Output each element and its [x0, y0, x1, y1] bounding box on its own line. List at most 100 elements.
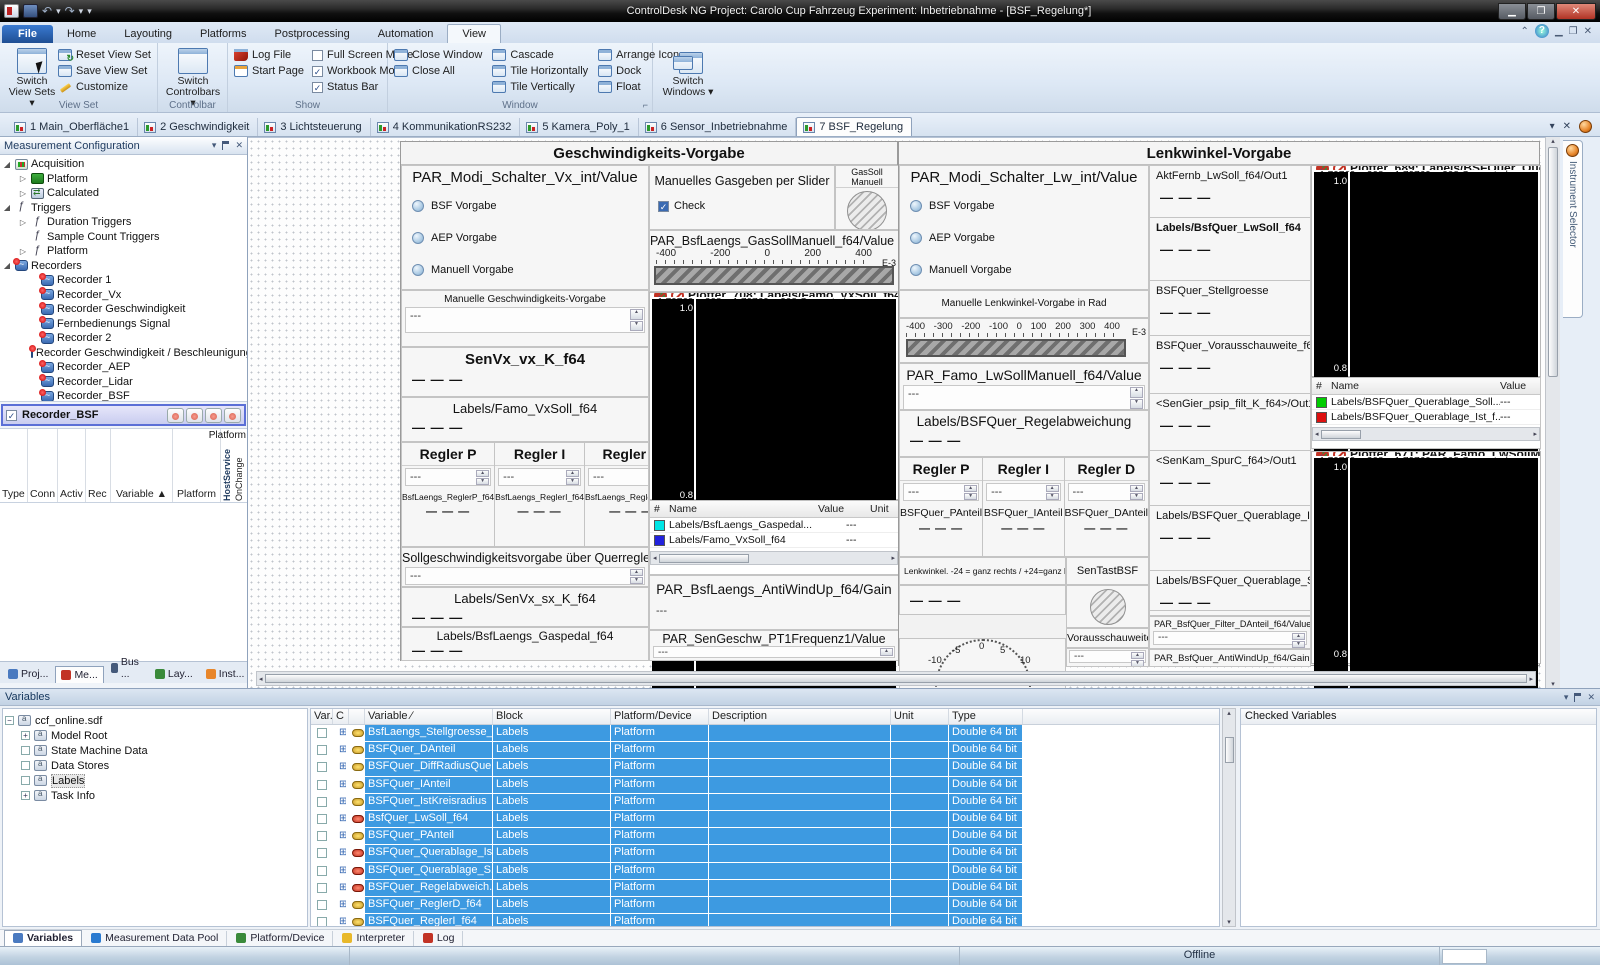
mode-radio[interactable]: BSF Vorgabe [412, 200, 648, 212]
tree-item[interactable]: + Task Info [3, 788, 307, 803]
tree-item[interactable]: Fernbedienungs Signal [0, 317, 247, 332]
tree-item[interactable]: Recorder 1 [0, 273, 247, 288]
tree-expander-icon[interactable]: − [5, 716, 14, 725]
spinner[interactable]: ▲▼ [630, 569, 643, 583]
ribbon-tab[interactable]: Automation [364, 25, 448, 43]
tree-expander-icon[interactable]: + [21, 731, 30, 740]
tree-item[interactable]: Recorder_BSF [0, 389, 247, 402]
window-menu-item[interactable]: Tile Vertically [492, 81, 588, 93]
row-checkbox[interactable] [317, 745, 327, 755]
sidebar-tab[interactable]: Inst... [200, 665, 251, 683]
gas-check[interactable]: Check [658, 200, 834, 212]
variable-row[interactable]: ⊞ BSFQuer_DiffRadiusQue... Labels Platfo… [311, 759, 1219, 776]
column-header-type[interactable]: Type [0, 429, 28, 502]
pin-icon[interactable] [222, 141, 229, 150]
tree-expander-icon[interactable]: ◢ [2, 203, 12, 212]
controlbar-tab[interactable]: Interpreter [334, 931, 413, 946]
sidebar-tab[interactable]: Lay... [149, 665, 199, 683]
show-menu-item[interactable]: Log File [234, 49, 304, 61]
plot-capture-icon[interactable] [654, 293, 667, 297]
controlbar-tab[interactable]: Platform/Device [228, 931, 333, 946]
row-checkbox[interactable] [317, 883, 327, 893]
variable-row[interactable]: ⊞ BSFQuer_Querablage_Is... Labels Platfo… [311, 845, 1219, 862]
tree-item[interactable]: Recorder Geschwindigkeit [0, 302, 247, 317]
manual-speed-input[interactable]: --- ▲▼ [405, 307, 645, 333]
legend-col-value[interactable]: Value [818, 503, 870, 515]
tree-expander-icon[interactable] [21, 746, 30, 755]
layout-tab[interactable]: 7 BSF_Regelung [796, 117, 912, 136]
row-checkbox[interactable] [317, 814, 327, 824]
tree-item[interactable]: Recorder Geschwindigkeit / Beschleunigun… [0, 346, 247, 361]
instrument-selector-icon[interactable] [1579, 120, 1592, 133]
legend-scrollbar[interactable]: ◂▸ [1312, 427, 1540, 441]
tree-item[interactable]: + Model Root [3, 728, 307, 743]
legend-col-name[interactable]: Name [1331, 380, 1500, 392]
show-menu-item[interactable]: Start Page [234, 65, 304, 77]
expand-variable-icon[interactable]: ⊞ [336, 881, 346, 894]
controlbar-tab[interactable]: Variables [4, 930, 82, 946]
row-checkbox[interactable] [317, 848, 327, 858]
variable-row[interactable]: ⊞ BSFQuer_Regelabweich... Labels Platfor… [311, 880, 1219, 897]
pin-icon[interactable] [1574, 693, 1581, 702]
layout-tab[interactable]: 3 Lichtsteuerung [258, 118, 370, 136]
layout-tab[interactable]: 6 Sensor_Inbetriebnahme [639, 118, 797, 136]
tree-item[interactable]: Recorder_Vx [0, 288, 247, 303]
window-menu-item[interactable]: Tile Horizontally [492, 65, 588, 77]
column-header-unit[interactable]: Unit [891, 709, 949, 724]
row-checkbox[interactable] [317, 831, 327, 841]
expand-variable-icon[interactable]: ⊞ [336, 812, 346, 825]
ribbon-tab[interactable]: File [2, 25, 53, 43]
child-minimize-button[interactable]: ▁ [1555, 26, 1563, 37]
save-button[interactable] [23, 4, 38, 18]
plot-trigger-disabled-icon[interactable] [1333, 166, 1346, 170]
plot-area[interactable]: 660662664666668 [1350, 458, 1538, 688]
row-checkbox[interactable] [317, 917, 327, 927]
spinner[interactable]: ▲▼ [1046, 485, 1059, 499]
regler-input[interactable]: --- ▲▼ [588, 468, 649, 486]
legend-col-num[interactable]: # [1312, 380, 1331, 392]
tree-item[interactable]: ▷ Platform [0, 172, 247, 187]
plot-capture-icon[interactable] [1316, 166, 1329, 170]
tree-item[interactable]: ◢ Acquisition [0, 157, 247, 172]
expand-variable-icon[interactable]: ⊞ [336, 915, 346, 927]
expand-variable-icon[interactable]: ⊞ [336, 760, 346, 773]
lwsoll-slider[interactable] [906, 339, 1126, 357]
child-close-button[interactable]: ✕ [1584, 26, 1592, 37]
column-header-c[interactable]: C [333, 709, 349, 724]
spinner[interactable]: ▲▼ [476, 470, 489, 484]
regler-input[interactable]: --- ▲▼ [986, 483, 1060, 501]
column-header-variable[interactable]: Variable ∕ [365, 709, 493, 724]
recorder-checkbox[interactable] [6, 410, 17, 421]
variable-row[interactable]: ⊞ BSFQuer_Querablage_S... Labels Platfor… [311, 863, 1219, 880]
legend-row[interactable]: Labels/Famo_VxSoll_f64 --- [650, 533, 898, 548]
ribbon-tab[interactable]: View [447, 24, 501, 43]
ribbon-tab[interactable]: Postprocessing [260, 25, 363, 43]
soll-input[interactable]: --- ▲▼ [405, 567, 645, 585]
expand-variable-icon[interactable]: ⊞ [336, 864, 346, 877]
mode-radio[interactable]: AEP Vorgabe [412, 232, 648, 244]
help-button[interactable]: ? [1535, 24, 1549, 38]
instrument-selector-tab[interactable]: Instrument Selector [1563, 140, 1583, 318]
expand-variable-icon[interactable]: ⊞ [336, 778, 346, 791]
regler-input[interactable]: --- ▲▼ [498, 468, 581, 486]
tree-item[interactable]: − ccf_online.sdf [3, 713, 307, 728]
regler-input[interactable]: --- ▲▼ [405, 468, 491, 486]
tree-expander-icon[interactable] [21, 761, 30, 770]
variables-table-scrollbar[interactable]: ▴▾ [1222, 708, 1236, 927]
row-checkbox[interactable] [317, 762, 327, 772]
legend-col-num[interactable]: # [650, 503, 669, 515]
filter-danteil-input[interactable]: --- ▲▼ [1153, 631, 1307, 645]
tree-item[interactable]: Recorder_AEP [0, 360, 247, 375]
expand-variable-icon[interactable]: ⊞ [336, 829, 346, 842]
spinner[interactable]: ▲▼ [630, 309, 643, 331]
variable-row[interactable]: ⊞ BSFQuer_IstKreisradius Labels Platform… [311, 794, 1219, 811]
redo-button[interactable]: ↷ [65, 4, 75, 18]
expand-variable-icon[interactable]: ⊞ [336, 846, 346, 859]
undo-dropdown[interactable]: ▾ [56, 6, 61, 17]
window-menu-item[interactable]: Cascade [492, 49, 588, 61]
window-menu-item[interactable]: Close All [394, 65, 482, 77]
legend-row[interactable]: Labels/BSFQuer_Querablage_Ist_f... --- [1312, 410, 1540, 425]
row-checkbox[interactable] [317, 900, 327, 910]
close-button[interactable]: ✕ [1556, 3, 1596, 20]
tree-expander-icon[interactable]: ▷ [18, 247, 28, 256]
